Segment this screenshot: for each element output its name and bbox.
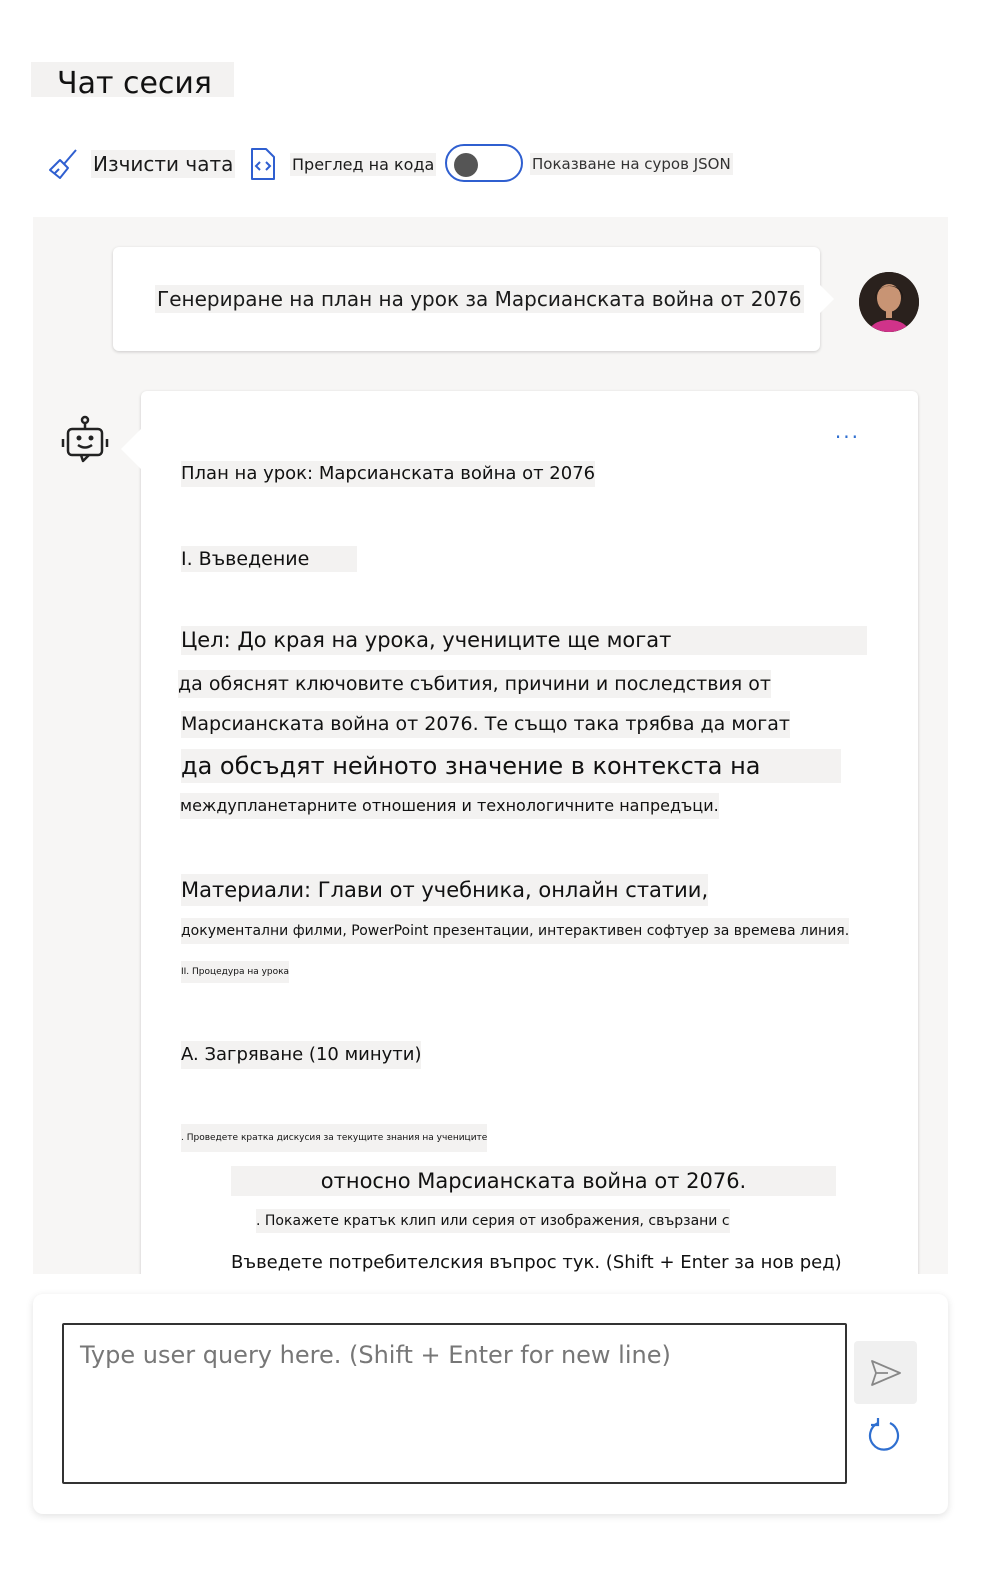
chat-toolbar: Изчисти чата Преглед на кода Показване н…	[46, 142, 766, 186]
message-line: да обсъдят нейното значение в контекста …	[181, 749, 841, 783]
toggle-knob	[454, 153, 478, 177]
avatar-image	[859, 272, 919, 332]
view-code-button[interactable]: Преглед на кода	[248, 142, 437, 186]
more-options-button[interactable]: ...	[835, 419, 860, 443]
refresh-icon[interactable]	[866, 1417, 902, 1453]
message-line: A. Загряване (10 минути)	[181, 1041, 422, 1069]
page-title: Чат сесия	[31, 62, 234, 101]
bot-icon	[61, 415, 109, 463]
message-line: Материали: Глави от учебника, онлайн ста…	[181, 874, 709, 906]
broom-icon	[49, 149, 77, 179]
send-button[interactable]	[854, 1341, 917, 1404]
message-line: . Покажете кратък клип или серия от изоб…	[256, 1209, 730, 1233]
code-file-icon	[251, 148, 275, 180]
message-line: II. Процедура на урока	[181, 961, 290, 983]
user-avatar	[859, 272, 919, 332]
user-query-input[interactable]	[62, 1323, 847, 1484]
raw-json-label-wrap: Показване на суров JSON	[530, 142, 733, 186]
chat-input-panel	[33, 1294, 948, 1514]
message-line: План на урок: Марсианската война от 2076	[181, 461, 596, 487]
message-line: междупланетарните отношения и технологич…	[180, 793, 719, 819]
message-line: Марсианската война от 2076. Те също така…	[181, 711, 790, 738]
assistant-message: ... План на урок: Марсианската война от …	[121, 391, 918, 1274]
clear-chat-button[interactable]: Изчисти чата	[46, 142, 236, 186]
message-line: да обяснят ключовите събития, причини и …	[178, 670, 771, 698]
send-icon	[870, 1359, 901, 1386]
raw-json-label: Показване на суров JSON	[530, 153, 733, 175]
clear-chat-label: Изчисти чата	[91, 150, 236, 178]
message-line: документални филми, PowerPoint презентац…	[181, 918, 850, 944]
user-message-text: Генериране на план на урок за Марсианска…	[155, 285, 804, 313]
message-line: относно Марсианската война от 2076.	[231, 1166, 836, 1196]
view-code-label: Преглед на кода	[290, 152, 437, 176]
message-line: Цел: До края на урока, учениците ще мога…	[181, 626, 867, 655]
chat-history[interactable]: Генериране на план на урок за Марсианска…	[33, 217, 948, 1274]
raw-json-toggle[interactable]	[445, 144, 523, 182]
message-line: Въведете потребителския въпрос тук. (Shi…	[231, 1252, 842, 1273]
message-line: I. Въведение	[181, 546, 357, 572]
message-line: . Проведете кратка дискусия за текущите …	[181, 1124, 488, 1152]
user-message: Генериране на план на урок за Марсианска…	[113, 247, 834, 351]
